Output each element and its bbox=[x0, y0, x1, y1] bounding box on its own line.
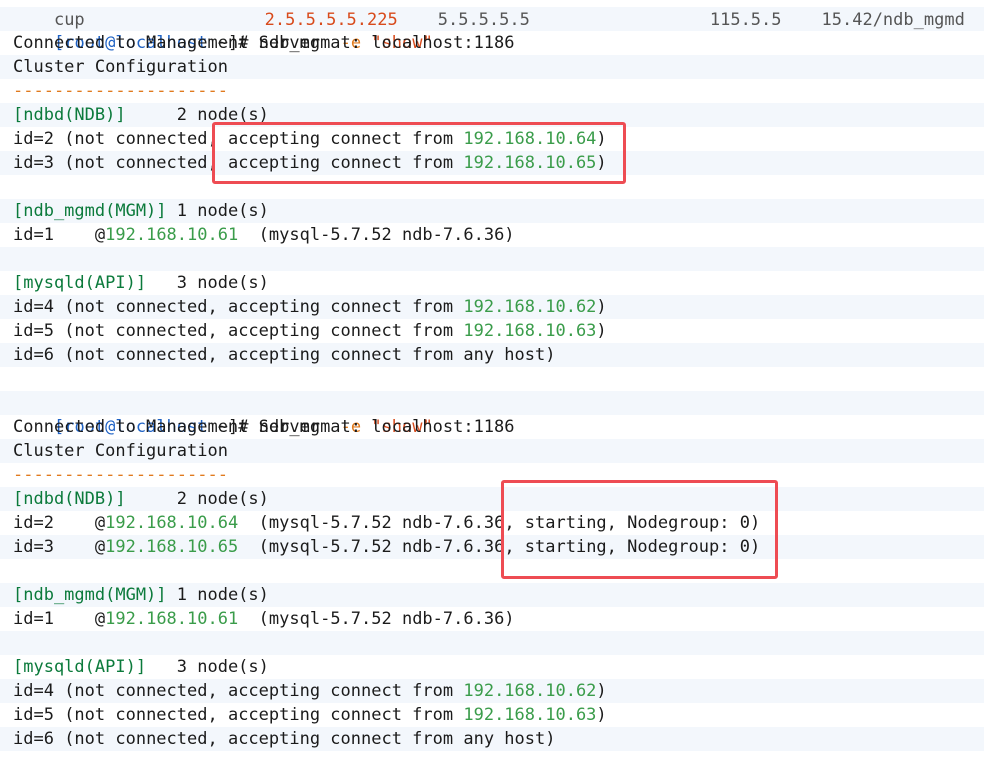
node-version: (mysql-5.7.52 ndb-7.6.36) bbox=[238, 225, 515, 245]
paren: ) bbox=[596, 321, 607, 341]
section-header: [ndb_mgmd(MGM)] 1 node(s) bbox=[13, 583, 269, 607]
node-id: id=3 bbox=[13, 537, 54, 557]
section-name: [ndbd(NDB)] bbox=[13, 489, 126, 509]
section-count: 3 node(s) bbox=[146, 273, 269, 293]
section-name: [mysqld(API)] bbox=[13, 273, 147, 293]
node-status: accepting connect from bbox=[227, 705, 464, 725]
node-line: id=5 (not connected, accepting connect f… bbox=[13, 319, 607, 343]
section-header: [ndb_mgmd(MGM)] 1 node(s) bbox=[13, 199, 269, 223]
node-id: id=5 bbox=[13, 321, 54, 341]
node-status: accepting connect from bbox=[227, 321, 464, 341]
separator-line: --------------------- bbox=[13, 465, 228, 485]
node-ip: 192.168.10.61 bbox=[105, 225, 239, 245]
node-ip: 192.168.10.62 bbox=[463, 297, 597, 317]
node-status: (not connected, bbox=[53, 321, 228, 341]
node-id: id=6 bbox=[13, 729, 54, 749]
node-id: id=1 bbox=[13, 609, 54, 629]
node-version: (mysql-5.7.52 ndb-7.6.36 bbox=[238, 537, 505, 557]
section-name: [ndb_mgmd(MGM)] bbox=[13, 201, 167, 221]
separator-line: --------------------- bbox=[13, 81, 228, 101]
node-id: id=4 bbox=[13, 681, 54, 701]
section-name: [ndb_mgmd(MGM)] bbox=[13, 585, 167, 605]
node-id: id=4 bbox=[13, 297, 54, 317]
section-header: [ndbd(NDB)] 2 node(s) bbox=[13, 487, 269, 511]
node-id: id=3 bbox=[13, 153, 54, 173]
node-id: id=2 bbox=[13, 129, 54, 149]
node-status: (not connected, bbox=[53, 705, 228, 725]
node-status: accepting connect from bbox=[227, 681, 464, 701]
node-id: id=6 bbox=[13, 345, 54, 365]
paren: ) bbox=[596, 705, 607, 725]
node-status: accepting connect from bbox=[227, 345, 464, 365]
section-header: [mysqld(API)] 3 node(s) bbox=[13, 655, 269, 679]
node-version: (mysql-5.7.52 ndb-7.6.36 bbox=[238, 513, 505, 533]
at-sign: @ bbox=[53, 513, 106, 533]
node-line: id=4 (not connected, accepting connect f… bbox=[13, 679, 607, 703]
node-id: id=2 bbox=[13, 513, 54, 533]
output-line: Cluster Configuration bbox=[13, 57, 228, 77]
at-sign: @ bbox=[53, 609, 106, 629]
node-ip: 192.168.10.64 bbox=[105, 513, 239, 533]
paren: ) bbox=[545, 345, 556, 365]
node-ip: 192.168.10.61 bbox=[105, 609, 239, 629]
node-id: id=5 bbox=[13, 705, 54, 725]
clipped-text: 115.5.5 bbox=[709, 10, 782, 30]
section-header: [mysqld(API)] 3 node(s) bbox=[13, 271, 269, 295]
prompt-line: [root@localhost ~]# ndb_mgm -e "show" bbox=[13, 391, 433, 437]
node-status: (not connected, bbox=[53, 681, 228, 701]
highlight-box bbox=[501, 480, 778, 579]
node-line: id=6 (not connected, accepting connect f… bbox=[13, 727, 556, 751]
node-ip: 192.168.10.63 bbox=[463, 321, 597, 341]
output-line: Connected to Management Server at: local… bbox=[13, 33, 515, 53]
at-sign: @ bbox=[53, 225, 106, 245]
paren: ) bbox=[545, 729, 556, 749]
at-sign: @ bbox=[53, 537, 106, 557]
node-host: any host bbox=[463, 345, 546, 365]
section-count: 3 node(s) bbox=[146, 657, 269, 677]
clipped-text: 5.5.5.5.5 bbox=[437, 10, 530, 30]
node-line: id=1 @192.168.10.61 (mysql-5.7.52 ndb-7.… bbox=[13, 607, 515, 631]
section-count: 1 node(s) bbox=[166, 201, 269, 221]
node-status: (not connected, bbox=[53, 153, 228, 173]
node-status: (not connected, bbox=[53, 297, 228, 317]
output-line: Connected to Management Server at: local… bbox=[13, 417, 515, 437]
node-line: id=6 (not connected, accepting connect f… bbox=[13, 343, 556, 367]
node-version: (mysql-5.7.52 ndb-7.6.36) bbox=[238, 609, 515, 629]
node-status: (not connected, bbox=[53, 345, 228, 365]
node-ip: 192.168.10.63 bbox=[463, 705, 597, 725]
node-ip: 192.168.10.62 bbox=[463, 681, 597, 701]
highlight-box bbox=[212, 122, 626, 184]
node-host: any host bbox=[463, 729, 546, 749]
node-ip: 192.168.10.65 bbox=[105, 537, 239, 557]
prompt-line: [root@localhost ~]# ndb_mgm -e "show" bbox=[13, 7, 433, 53]
section-name: [mysqld(API)] bbox=[13, 657, 147, 677]
node-status: accepting connect from bbox=[227, 297, 464, 317]
node-status: accepting connect from bbox=[227, 729, 464, 749]
section-count: 2 node(s) bbox=[125, 489, 269, 509]
section-count: 1 node(s) bbox=[166, 585, 269, 605]
output-line: Cluster Configuration bbox=[13, 441, 228, 461]
section-name: [ndbd(NDB)] bbox=[13, 105, 126, 125]
node-id: id=1 bbox=[13, 225, 54, 245]
paren: ) bbox=[596, 297, 607, 317]
terminal-output[interactable]: cup 2.5.5.5.5.225 5.5.5.5.5 115.5.5 15.42/nd… bbox=[0, 0, 984, 759]
node-status: (not connected, bbox=[53, 729, 228, 749]
paren: ) bbox=[596, 681, 607, 701]
node-line: id=1 @192.168.10.61 (mysql-5.7.52 ndb-7.… bbox=[13, 223, 515, 247]
node-line: id=4 (not connected, accepting connect f… bbox=[13, 295, 607, 319]
node-line: id=5 (not connected, accepting connect f… bbox=[13, 703, 607, 727]
node-status: (not connected, bbox=[53, 129, 228, 149]
clipped-text: 15.42/ndb_mgmd bbox=[821, 10, 965, 30]
